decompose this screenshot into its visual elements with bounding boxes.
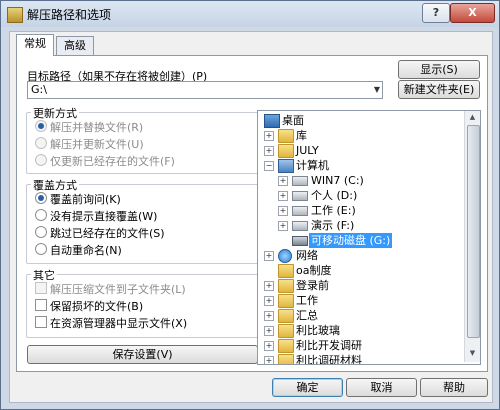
help-title-button[interactable]: ? (422, 3, 450, 23)
folder-tree[interactable]: 桌面 + 库 + JULY − 计算机 + WIN7 (C:) + 个人 (D:… (257, 110, 481, 365)
radio-icon (35, 154, 47, 166)
misc-options-group: 其它 解压压缩文件到子文件夹(L) 保留损坏的文件(B) 在资源管理器中显示文件… (26, 267, 259, 338)
folder-icon (278, 354, 294, 364)
overwrite-mode-group: 覆盖方式 覆盖前询问(K) 没有提示直接覆盖(W) 跳过已经存在的文件(S) 自… (26, 177, 259, 264)
expand-icon[interactable]: + (278, 191, 288, 201)
new-folder-button[interactable]: 新建文件夹(E) (398, 80, 480, 99)
misc-option[interactable]: 保留损坏的文件(B) (35, 298, 143, 314)
overwrite-mode-option[interactable]: 跳过已经存在的文件(S) (35, 225, 165, 241)
folder-icon (278, 339, 294, 353)
scrollbar-thumb[interactable] (467, 125, 480, 338)
expand-icon[interactable]: + (264, 356, 274, 364)
tree-scrollbar[interactable]: ▲ ▼ (464, 111, 480, 362)
overwrite-mode-option[interactable]: 没有提示直接覆盖(W) (35, 208, 157, 224)
folder-icon (278, 264, 294, 278)
close-button[interactable]: X (450, 3, 495, 23)
target-path-value: G:\ (31, 83, 47, 96)
help-button[interactable]: 帮助 (420, 378, 488, 397)
folder-icon (278, 129, 294, 143)
overwrite-mode-option[interactable]: 覆盖前询问(K) (35, 191, 121, 207)
scroll-down-icon[interactable]: ▼ (466, 347, 479, 360)
update-mode-option[interactable]: 解压并更新文件(U) (35, 136, 144, 152)
expand-icon[interactable]: + (264, 131, 274, 141)
dialog-window: 解压路径和选项 ? X 常规 高级 目标路径（如果不存在将被创建）(P) 显示(… (0, 0, 500, 410)
scroll-up-icon[interactable]: ▲ (466, 111, 479, 124)
winrar-app-icon (7, 7, 23, 23)
collapse-icon[interactable]: − (264, 161, 274, 171)
expand-icon[interactable]: + (278, 176, 288, 186)
expand-icon[interactable]: + (264, 281, 274, 291)
tab-advanced[interactable]: 高级 (56, 36, 94, 55)
expand-icon[interactable]: + (264, 311, 274, 321)
removable-disk-icon (292, 236, 308, 246)
folder-icon (278, 309, 294, 323)
checkbox-icon (35, 282, 47, 294)
drive-icon (292, 191, 308, 201)
checkbox-icon (35, 299, 47, 311)
overwrite-mode-option[interactable]: 自动重命名(N) (35, 242, 122, 258)
folder-icon (278, 144, 294, 158)
radio-icon (35, 120, 47, 132)
checkbox-icon (35, 316, 47, 328)
chevron-down-icon[interactable]: ▼ (374, 85, 380, 94)
show-button[interactable]: 显示(S) (398, 60, 480, 79)
drive-icon (292, 206, 308, 216)
desktop-icon (264, 114, 280, 128)
expand-icon[interactable]: + (264, 326, 274, 336)
radio-icon (35, 137, 47, 149)
misc-option[interactable]: 在资源管理器中显示文件(X) (35, 315, 187, 331)
title-bar[interactable]: 解压路径和选项 ? X (1, 1, 499, 27)
computer-icon (278, 159, 294, 173)
folder-icon (278, 279, 294, 293)
expand-icon[interactable]: + (264, 296, 274, 306)
update-mode-option[interactable]: 仅更新已经存在的文件(F) (35, 153, 175, 169)
expand-icon[interactable]: + (278, 221, 288, 231)
drive-icon (292, 221, 308, 231)
expand-icon[interactable]: + (264, 341, 274, 351)
folder-icon (278, 294, 294, 308)
target-path-combobox[interactable]: G:\ ▼ (27, 81, 383, 99)
tab-general[interactable]: 常规 (16, 34, 54, 56)
expand-icon[interactable]: + (278, 206, 288, 216)
drive-icon (292, 176, 308, 186)
window-title: 解压路径和选项 (27, 8, 112, 22)
update-mode-group: 更新方式 解压并替换文件(R) 解压并更新文件(U) 仅更新已经存在的文件(F) (26, 105, 259, 174)
network-icon (278, 249, 292, 263)
save-settings-button[interactable]: 保存设置(V) (27, 345, 258, 364)
ok-button[interactable]: 确定 (272, 378, 343, 397)
folder-icon (278, 324, 294, 338)
expand-icon[interactable]: + (264, 251, 274, 261)
update-mode-option[interactable]: 解压并替换文件(R) (35, 119, 143, 135)
radio-icon (35, 209, 47, 221)
radio-icon (35, 226, 47, 238)
radio-icon (35, 192, 47, 204)
expand-icon[interactable]: + (264, 146, 274, 156)
radio-icon (35, 243, 47, 255)
misc-option[interactable]: 解压压缩文件到子文件夹(L) (35, 281, 186, 297)
cancel-button[interactable]: 取消 (346, 378, 417, 397)
dialog-client-area: 常规 高级 目标路径（如果不存在将被创建）(P) 显示(S) 新建文件夹(E) … (9, 31, 493, 403)
